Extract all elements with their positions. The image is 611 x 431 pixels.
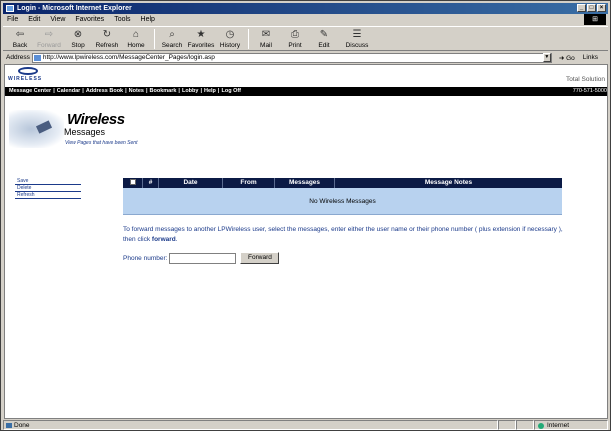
stop-icon: ⊗ bbox=[73, 29, 83, 40]
nav-notes[interactable]: Notes bbox=[127, 87, 146, 96]
search-button[interactable]: ⌕ Search bbox=[158, 29, 186, 50]
toolbar-separator bbox=[248, 28, 249, 49]
nav-message-center[interactable]: Message Center bbox=[7, 87, 53, 96]
title-bar: Login - Microsoft Internet Explorer _ □ … bbox=[3, 3, 608, 14]
forward-arrow-icon: ⇨ bbox=[44, 29, 54, 40]
maximize-button[interactable]: □ bbox=[587, 4, 596, 12]
browser-window: Login - Microsoft Internet Explorer _ □ … bbox=[0, 0, 611, 431]
menu-favorites[interactable]: Favorites bbox=[75, 14, 104, 25]
minimize-button[interactable]: _ bbox=[577, 4, 586, 12]
page-title: Wireless bbox=[67, 111, 125, 128]
total-solution-text: Total Solution bbox=[565, 76, 605, 83]
edit-icon: ✎ bbox=[319, 29, 329, 40]
ie-page-icon bbox=[6, 5, 14, 12]
instructions-forward-word: forward bbox=[151, 236, 176, 243]
page-tagline: View Pages that have been Sent bbox=[65, 140, 138, 146]
logo-swoosh-icon bbox=[18, 67, 38, 75]
nav-lobby[interactable]: Lobby bbox=[180, 87, 201, 96]
mail-button[interactable]: ✉ Mail bbox=[252, 29, 280, 50]
empty-message-row: No Wireless Messages bbox=[123, 188, 562, 215]
nav-bookmark[interactable]: Bookmark bbox=[148, 87, 179, 96]
refresh-link[interactable]: Refresh bbox=[15, 192, 81, 199]
site-nav: Message Center | Calendar | Address Book | … bbox=[5, 87, 607, 96]
back-arrow-icon: ⇦ bbox=[15, 29, 25, 40]
discuss-button[interactable]: ☰ Discuss bbox=[339, 29, 375, 50]
toolbar: ⇦ Back ⇨ Forward ⊗ Stop ↻ Refresh ⌂ Home… bbox=[3, 26, 608, 51]
edit-button[interactable]: ✎ Edit bbox=[310, 29, 338, 50]
history-button[interactable]: ◷ History bbox=[216, 29, 244, 50]
stop-button[interactable]: ⊗ Stop bbox=[64, 29, 92, 50]
address-url: http://www.lpwireless.com/MessageCenter_… bbox=[42, 53, 215, 61]
column-from: From bbox=[223, 178, 275, 188]
home-button[interactable]: ⌂ Home bbox=[122, 29, 150, 50]
sidebar-actions: Save Delete Refresh bbox=[15, 178, 81, 199]
address-label: Address bbox=[6, 54, 30, 61]
menu-edit[interactable]: Edit bbox=[28, 14, 40, 25]
column-date: Date bbox=[159, 178, 223, 188]
address-bar: Address http://www.lpwireless.com/Messag… bbox=[3, 52, 608, 63]
mail-icon: ✉ bbox=[261, 29, 271, 40]
window-title: Login - Microsoft Internet Explorer bbox=[17, 5, 132, 12]
table-header: # Date From Messages Message Notes bbox=[123, 178, 562, 188]
nav-help[interactable]: Help bbox=[202, 87, 218, 96]
security-zone: Internet bbox=[534, 420, 608, 430]
nav-log-off[interactable]: Log Off bbox=[219, 87, 243, 96]
menu-view[interactable]: View bbox=[50, 14, 65, 25]
forward-form: Phone number: Forward bbox=[123, 252, 280, 264]
phone-number-label: Phone number: bbox=[123, 254, 168, 262]
menu-bar: File Edit View Favorites Tools Help bbox=[3, 14, 563, 25]
logo-text: WIRELESS bbox=[8, 76, 43, 82]
forward-button[interactable]: Forward bbox=[240, 252, 280, 264]
column-messages: Messages bbox=[275, 178, 335, 188]
history-icon: ◷ bbox=[225, 29, 235, 40]
links-button[interactable]: Links bbox=[583, 54, 598, 61]
internet-globe-icon bbox=[538, 423, 544, 429]
refresh-button[interactable]: ↻ Refresh bbox=[93, 29, 121, 50]
menu-help[interactable]: Help bbox=[141, 14, 155, 25]
nav-calendar[interactable]: Calendar bbox=[55, 87, 83, 96]
address-dropdown-button[interactable]: ▼ bbox=[542, 53, 551, 62]
status-text: Done bbox=[3, 420, 498, 430]
close-button[interactable]: × bbox=[597, 4, 606, 12]
toolbar-separator bbox=[154, 28, 155, 49]
select-all-checkbox[interactable] bbox=[129, 179, 136, 186]
phone-number-input[interactable] bbox=[169, 252, 237, 264]
messages-table: # Date From Messages Message Notes No Wi… bbox=[123, 178, 562, 215]
status-bar: Done Internet bbox=[3, 420, 608, 430]
forward-button[interactable]: ⇨ Forward bbox=[35, 29, 63, 50]
go-arrow-icon: ➜ bbox=[558, 54, 565, 62]
forward-instructions: To forward messages to another LPWireles… bbox=[123, 226, 563, 243]
site-phone-number: 770-571-5000 bbox=[572, 88, 607, 94]
refresh-icon: ↻ bbox=[102, 29, 112, 40]
address-input[interactable]: http://www.lpwireless.com/MessageCenter_… bbox=[31, 52, 552, 63]
menu-file[interactable]: File bbox=[7, 14, 18, 25]
done-page-icon bbox=[6, 423, 12, 428]
save-link[interactable]: Save bbox=[15, 178, 81, 185]
discuss-icon: ☰ bbox=[352, 29, 362, 40]
home-icon: ⌂ bbox=[132, 29, 140, 40]
back-button[interactable]: ⇦ Back bbox=[6, 29, 34, 50]
select-all-cell bbox=[123, 178, 143, 188]
go-button[interactable]: ➜ Go bbox=[559, 54, 575, 62]
nav-address-book[interactable]: Address Book bbox=[84, 87, 125, 96]
satellite-icon bbox=[9, 105, 69, 150]
favorites-icon: ★ bbox=[196, 29, 206, 40]
page-content: WIRELESS Total Solution Message Center | … bbox=[4, 64, 608, 419]
print-button[interactable]: ⎙ Print bbox=[281, 29, 309, 50]
delete-link[interactable]: Delete bbox=[15, 185, 81, 192]
windows-logo-icon: ⊞ bbox=[584, 14, 606, 25]
search-icon: ⌕ bbox=[169, 29, 175, 40]
column-message-notes: Message Notes bbox=[424, 179, 473, 186]
favorites-button[interactable]: ★ Favorites bbox=[187, 29, 215, 50]
menu-tools[interactable]: Tools bbox=[114, 14, 130, 25]
print-icon: ⎙ bbox=[291, 29, 299, 40]
column-number: # bbox=[143, 178, 159, 188]
lpwireless-logo: WIRELESS bbox=[8, 67, 52, 85]
page-icon bbox=[33, 54, 41, 61]
page-subtitle: Messages bbox=[64, 127, 106, 137]
